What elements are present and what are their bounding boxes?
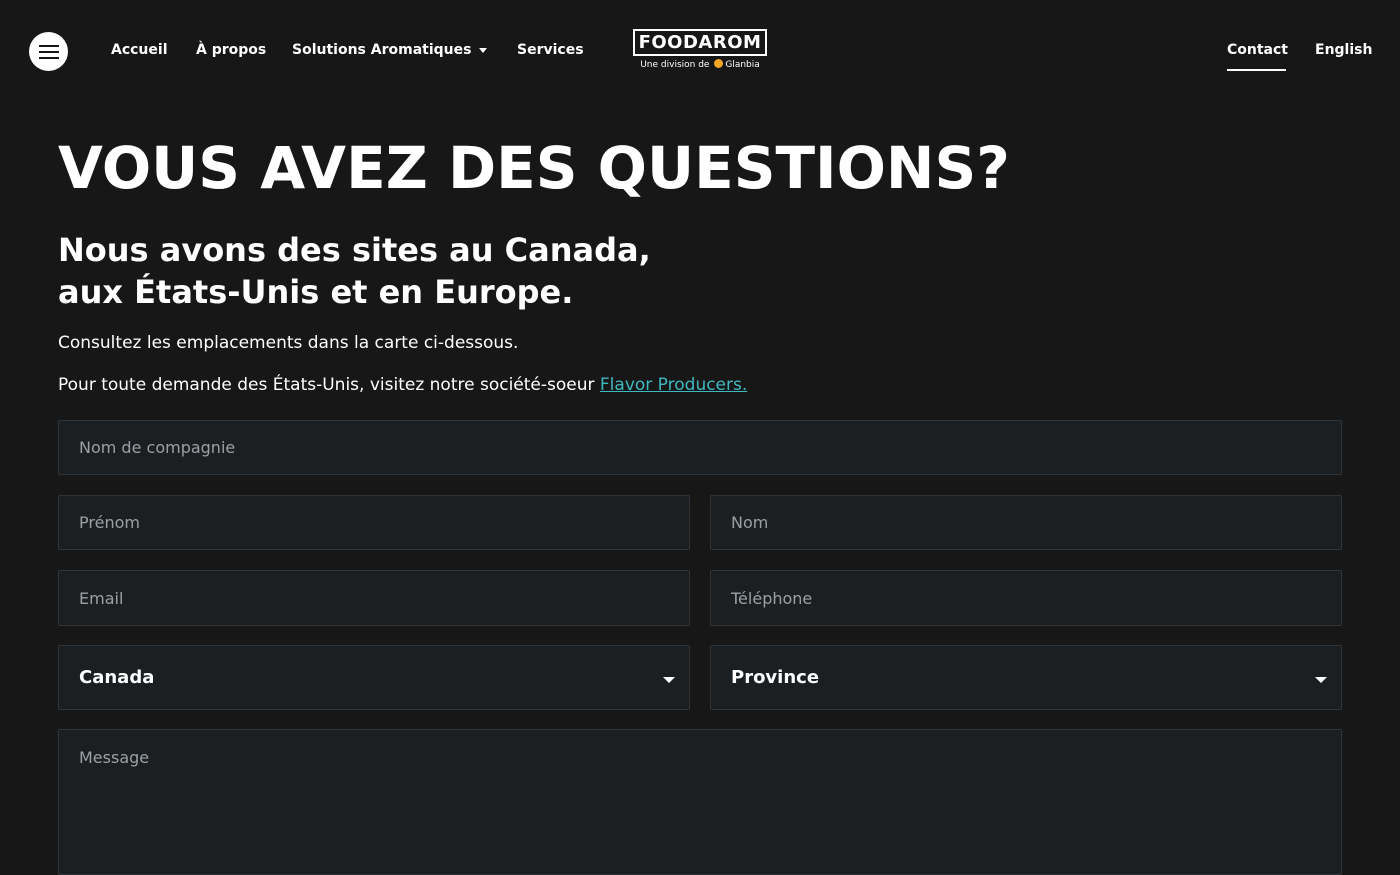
logo-tagline-brand: Glanbia <box>725 60 760 70</box>
message-textarea[interactable] <box>79 748 1341 874</box>
province-select-value: Province <box>731 667 820 688</box>
flavor-producers-link[interactable]: Flavor Producers. <box>600 375 747 395</box>
message-field[interactable] <box>58 729 1342 875</box>
subtitle-line-2: aux États-Unis et en Europe. <box>58 273 574 311</box>
hamburger-icon-line <box>38 50 59 53</box>
nav-link-solutions-label: Solutions Aromatiques <box>292 42 472 58</box>
lastname-input[interactable] <box>731 496 1341 549</box>
logo-tagline: Une division de Glanbia <box>633 59 767 70</box>
hamburger-icon-line <box>38 44 59 47</box>
page-title: VOUS AVEZ DES QUESTIONS? <box>58 134 1010 202</box>
firstname-input[interactable] <box>79 496 689 549</box>
nav-link-english[interactable]: English <box>1315 42 1372 58</box>
firstname-field[interactable] <box>58 495 690 550</box>
chevron-down-icon <box>1315 676 1327 683</box>
company-input[interactable] <box>79 421 1341 474</box>
province-select[interactable]: Province <box>710 645 1342 710</box>
logo-tagline-prefix: Une division de <box>640 60 710 70</box>
logo-wordmark: FOODAROM <box>633 29 767 56</box>
nav-link-contact[interactable]: Contact <box>1227 42 1288 58</box>
hamburger-menu-button[interactable] <box>29 32 68 71</box>
phone-field[interactable] <box>710 570 1342 626</box>
page-subtitle: Nous avons des sites au Canada, aux État… <box>58 229 758 313</box>
lastname-field[interactable] <box>710 495 1342 550</box>
country-select-value: Canada <box>79 667 155 688</box>
intro-paragraph: Consultez les emplacements dans la carte… <box>58 333 519 353</box>
nav-link-solutions-aromatiques[interactable]: Solutions Aromatiques <box>292 42 488 58</box>
country-select[interactable]: Canada <box>58 645 690 710</box>
glanbia-logo-icon <box>714 59 724 68</box>
chevron-down-icon <box>663 676 675 683</box>
hamburger-icon-line <box>38 56 59 59</box>
chevron-down-icon <box>479 47 488 53</box>
company-field[interactable] <box>58 420 1342 475</box>
phone-input[interactable] <box>731 571 1341 625</box>
nav-link-services[interactable]: Services <box>517 42 584 58</box>
us-inquiry-text: Pour toute demande des États-Unis, visit… <box>58 375 600 395</box>
nav-link-a-propos[interactable]: À propos <box>196 42 266 58</box>
nav-link-accueil[interactable]: Accueil <box>111 42 168 58</box>
subtitle-line-1: Nous avons des sites au Canada, <box>58 231 651 269</box>
us-inquiry-paragraph: Pour toute demande des États-Unis, visit… <box>58 375 747 395</box>
email-input[interactable] <box>79 571 689 625</box>
email-field[interactable] <box>58 570 690 626</box>
site-header: Accueil À propos Solutions Aromatiques S… <box>0 0 1400 100</box>
active-nav-underline <box>1227 69 1286 71</box>
foodarom-logo[interactable]: FOODAROM Une division de Glanbia <box>633 29 767 70</box>
